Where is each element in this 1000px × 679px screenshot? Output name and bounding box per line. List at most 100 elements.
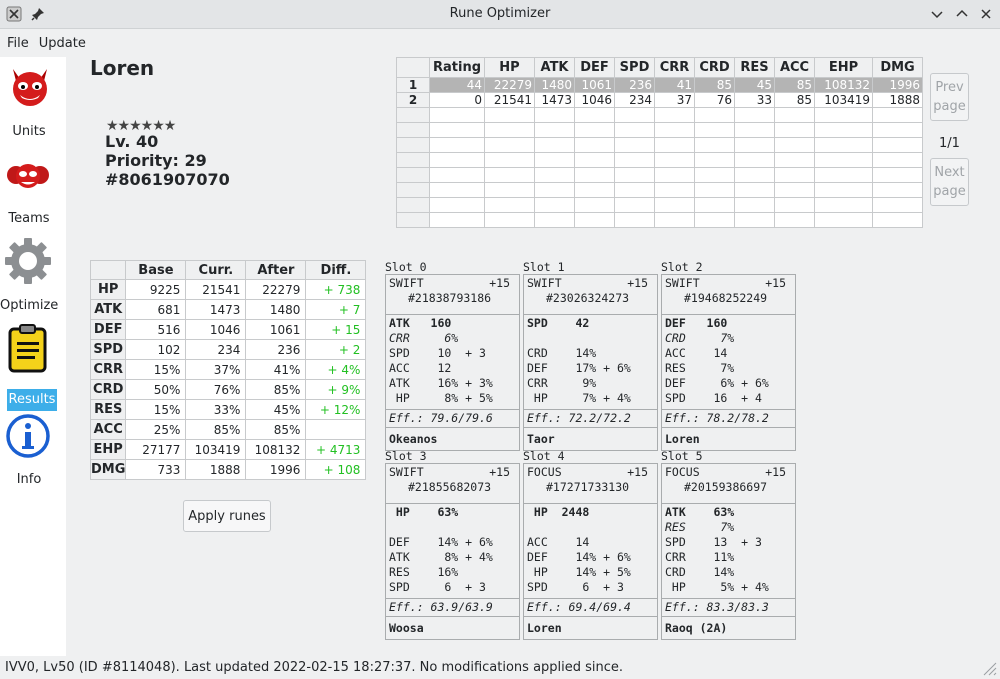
results-cell[interactable] bbox=[574, 197, 616, 213]
results-cell[interactable] bbox=[614, 122, 656, 138]
results-cell[interactable] bbox=[534, 137, 576, 153]
results-cell[interactable] bbox=[694, 122, 736, 138]
results-header-hp[interactable]: HP bbox=[484, 57, 536, 78]
results-cell[interactable] bbox=[484, 197, 536, 213]
results-corner[interactable] bbox=[396, 57, 430, 78]
results-cell[interactable] bbox=[614, 107, 656, 123]
results-cell[interactable] bbox=[774, 107, 816, 123]
results-cell[interactable] bbox=[814, 182, 874, 198]
results-cell[interactable] bbox=[814, 152, 874, 168]
results-cell[interactable] bbox=[428, 137, 486, 153]
results-cell[interactable] bbox=[734, 137, 776, 153]
results-cell[interactable]: 108132 bbox=[814, 77, 874, 93]
results-cell[interactable] bbox=[428, 107, 486, 123]
maximize-button[interactable] bbox=[952, 4, 972, 24]
results-row[interactable] bbox=[396, 212, 924, 228]
results-header-atk[interactable]: ATK bbox=[534, 57, 576, 78]
results-cell[interactable] bbox=[654, 137, 696, 153]
results-cell[interactable] bbox=[872, 122, 924, 138]
results-cell[interactable] bbox=[654, 212, 696, 228]
results-cell[interactable] bbox=[428, 182, 486, 198]
results-cell[interactable] bbox=[574, 167, 616, 183]
results-cell[interactable]: 1473 bbox=[534, 92, 576, 108]
results-header-def[interactable]: DEF bbox=[574, 57, 616, 78]
results-cell[interactable] bbox=[534, 197, 576, 213]
results-cell[interactable] bbox=[654, 167, 696, 183]
results-cell[interactable] bbox=[614, 212, 656, 228]
results-cell[interactable]: 1480 bbox=[534, 77, 576, 93]
results-row[interactable] bbox=[396, 137, 924, 153]
results-cell[interactable] bbox=[814, 122, 874, 138]
results-row-header[interactable] bbox=[396, 152, 430, 168]
results-cell[interactable]: 37 bbox=[654, 92, 696, 108]
results-cell[interactable] bbox=[654, 197, 696, 213]
results-cell[interactable] bbox=[814, 167, 874, 183]
results-cell[interactable] bbox=[614, 167, 656, 183]
results-cell[interactable] bbox=[734, 167, 776, 183]
results-cell[interactable] bbox=[534, 182, 576, 198]
results-row-header[interactable] bbox=[396, 122, 430, 138]
sidebar-item-optimize[interactable]: Optimize bbox=[0, 231, 66, 318]
rune-slot-2[interactable]: Slot 2 SWIFT +15 #19468252249 DEF 160 CRD 7% A… bbox=[661, 260, 796, 451]
results-cell[interactable] bbox=[654, 122, 696, 138]
results-cell[interactable]: 44 bbox=[428, 77, 486, 93]
rune-slot-5[interactable]: Slot 5 FOCUS +15 #20159386697 ATK 63% RES 7% S… bbox=[661, 449, 796, 640]
results-cell[interactable] bbox=[734, 182, 776, 198]
results-cell[interactable] bbox=[694, 167, 736, 183]
results-cell[interactable] bbox=[574, 212, 616, 228]
results-cell[interactable]: 33 bbox=[734, 92, 776, 108]
results-cell[interactable] bbox=[574, 137, 616, 153]
results-cell[interactable] bbox=[428, 152, 486, 168]
results-cell[interactable] bbox=[734, 122, 776, 138]
results-row-header[interactable] bbox=[396, 182, 430, 198]
results-cell[interactable] bbox=[872, 152, 924, 168]
results-cell[interactable]: 1046 bbox=[574, 92, 616, 108]
results-cell[interactable] bbox=[484, 152, 536, 168]
results-cell[interactable] bbox=[614, 182, 656, 198]
results-cell[interactable] bbox=[814, 137, 874, 153]
results-cell[interactable]: 234 bbox=[614, 92, 656, 108]
results-header-crd[interactable]: CRD bbox=[694, 57, 736, 78]
results-cell[interactable] bbox=[694, 197, 736, 213]
results-cell[interactable]: 1996 bbox=[872, 77, 924, 93]
menu-file[interactable]: File bbox=[7, 36, 29, 51]
results-cell[interactable] bbox=[872, 107, 924, 123]
results-cell[interactable] bbox=[574, 122, 616, 138]
results-cell[interactable] bbox=[694, 107, 736, 123]
results-cell[interactable] bbox=[428, 212, 486, 228]
results-cell[interactable] bbox=[774, 197, 816, 213]
results-cell[interactable] bbox=[484, 107, 536, 123]
results-cell[interactable] bbox=[428, 197, 486, 213]
results-cell[interactable] bbox=[734, 212, 776, 228]
results-cell[interactable] bbox=[774, 212, 816, 228]
results-row[interactable] bbox=[396, 152, 924, 168]
results-cell[interactable] bbox=[534, 212, 576, 228]
results-row-header[interactable]: 1 bbox=[396, 77, 430, 93]
results-cell[interactable] bbox=[534, 152, 576, 168]
results-cell[interactable] bbox=[814, 107, 874, 123]
results-cell[interactable] bbox=[734, 197, 776, 213]
results-row[interactable] bbox=[396, 167, 924, 183]
results-header-crr[interactable]: CRR bbox=[654, 57, 696, 78]
resize-grip-icon[interactable] bbox=[981, 660, 997, 676]
results-row-header[interactable]: 2 bbox=[396, 92, 430, 108]
results-cell[interactable] bbox=[872, 212, 924, 228]
results-cell[interactable] bbox=[774, 167, 816, 183]
results-cell[interactable] bbox=[654, 182, 696, 198]
sidebar-item-info[interactable]: Info bbox=[0, 405, 66, 492]
results-row-header[interactable] bbox=[396, 167, 430, 183]
results-row-header[interactable] bbox=[396, 137, 430, 153]
apply-runes-button[interactable]: Apply runes bbox=[183, 500, 271, 532]
results-cell[interactable] bbox=[484, 167, 536, 183]
results-cell[interactable]: 85 bbox=[694, 77, 736, 93]
results-row-header[interactable] bbox=[396, 197, 430, 213]
results-cell[interactable] bbox=[774, 137, 816, 153]
results-cell[interactable]: 21541 bbox=[484, 92, 536, 108]
results-cell[interactable]: 0 bbox=[428, 92, 486, 108]
results-header-ehp[interactable]: EHP bbox=[814, 57, 874, 78]
next-page-button[interactable]: Next page bbox=[930, 158, 969, 206]
results-cell[interactable]: 1888 bbox=[872, 92, 924, 108]
results-cell[interactable] bbox=[654, 107, 696, 123]
rune-slot-1[interactable]: Slot 1 SWIFT +15 #23026324273 SPD 42 CRD 14% D… bbox=[523, 260, 658, 451]
results-cell[interactable] bbox=[694, 182, 736, 198]
